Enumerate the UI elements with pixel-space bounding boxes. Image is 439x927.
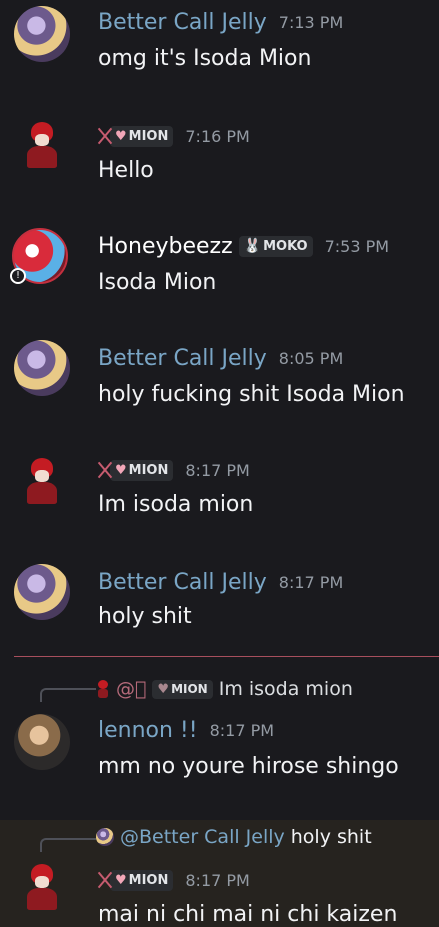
strikethrough-icon xyxy=(98,870,112,890)
message: ♥ MION 8:17 PM Im isoda mion xyxy=(0,446,439,556)
new-messages-divider xyxy=(14,656,439,657)
reply-preview[interactable]: @  ♥ MION Im isoda mion xyxy=(96,676,353,702)
avatar[interactable] xyxy=(22,122,62,170)
timestamp: 7:13 PM xyxy=(278,12,344,32)
heart-icon: ♥ xyxy=(115,128,127,144)
message-text: mai ni chi mai ni chi kaizen xyxy=(98,902,398,927)
message-text: holy shit xyxy=(98,604,192,629)
server-tag[interactable]: ♥ MION xyxy=(110,125,174,147)
timestamp: 8:17 PM xyxy=(185,460,250,480)
timestamp: 7:53 PM xyxy=(324,236,390,256)
strikethrough-icon xyxy=(98,460,112,480)
avatar[interactable] xyxy=(22,458,62,506)
server-tag[interactable]: 🐰 MOKO xyxy=(238,235,313,257)
tag-label: MOKO xyxy=(263,238,308,254)
reply-text: Im isoda mion xyxy=(218,678,353,700)
timestamp: 8:17 PM xyxy=(209,720,275,740)
reply-mention[interactable]: @Better Call Jelly xyxy=(120,826,285,848)
status-badge: ! xyxy=(10,268,26,284)
message: ♥ MION 7:16 PM Hello xyxy=(0,110,439,222)
username[interactable]: Better Call Jelly xyxy=(98,570,267,595)
tag-label: MION xyxy=(128,128,169,144)
timestamp: 7:16 PM xyxy=(185,126,250,146)
server-tag[interactable]: ♥ MION xyxy=(152,679,213,699)
message-text: Isoda Mion xyxy=(98,270,217,295)
message-text: Im isoda mion xyxy=(98,492,254,517)
heart-icon: ♥ xyxy=(115,872,127,888)
reply-mention[interactable]: @  xyxy=(116,678,146,700)
username[interactable]: Better Call Jelly xyxy=(98,10,267,35)
tag-label: MION xyxy=(171,682,208,696)
message: Better Call Jelly 8:05 PM holy fucking s… xyxy=(0,334,439,444)
avatar[interactable] xyxy=(14,6,70,62)
strikethrough-icon xyxy=(98,126,112,146)
bunny-icon: 🐰 xyxy=(243,238,262,254)
mini-avatar xyxy=(96,680,110,698)
message: ! Honeybeezz 🐰 MOKO 7:53 PM Isoda Mion xyxy=(0,222,439,332)
avatar[interactable] xyxy=(14,340,70,396)
avatar[interactable] xyxy=(22,864,62,912)
reply-connector xyxy=(40,688,96,702)
server-tag[interactable]: ♥ MION xyxy=(110,869,174,891)
username[interactable]: Better Call Jelly xyxy=(98,346,267,371)
timestamp: 8:17 PM xyxy=(185,870,250,890)
avatar[interactable] xyxy=(14,564,70,620)
avatar[interactable] xyxy=(14,714,70,770)
message-text: omg it's Isoda Mion xyxy=(98,46,312,71)
message: Better Call Jelly 7:13 PM omg it's Isoda… xyxy=(0,0,439,110)
heart-icon: ♥ xyxy=(157,681,170,697)
message-text: holy fucking shit Isoda Mion xyxy=(98,382,405,407)
message: Better Call Jelly 8:17 PM holy shit xyxy=(0,558,439,656)
message: @  ♥ MION Im isoda mion lennon !! 8:17 P… xyxy=(0,664,439,814)
username[interactable]: lennon !! xyxy=(98,718,198,743)
server-tag[interactable]: ♥ MION xyxy=(110,459,174,481)
mini-avatar xyxy=(96,828,114,846)
timestamp: 8:17 PM xyxy=(278,572,344,592)
reply-preview[interactable]: @Better Call Jelly holy shit xyxy=(96,824,372,850)
timestamp: 8:05 PM xyxy=(278,348,344,368)
heart-icon: ♥ xyxy=(115,462,127,478)
reply-text: holy shit xyxy=(290,826,372,848)
reply-connector xyxy=(40,838,96,852)
username[interactable]: Honeybeezz xyxy=(98,234,233,259)
tag-label: MION xyxy=(128,872,169,888)
tag-label: MION xyxy=(128,462,169,478)
message: @Better Call Jelly holy shit ♥ MION 8:17… xyxy=(0,820,439,927)
message-text: mm no youre hirose shingo xyxy=(98,754,399,779)
message-text: Hello xyxy=(98,158,154,183)
